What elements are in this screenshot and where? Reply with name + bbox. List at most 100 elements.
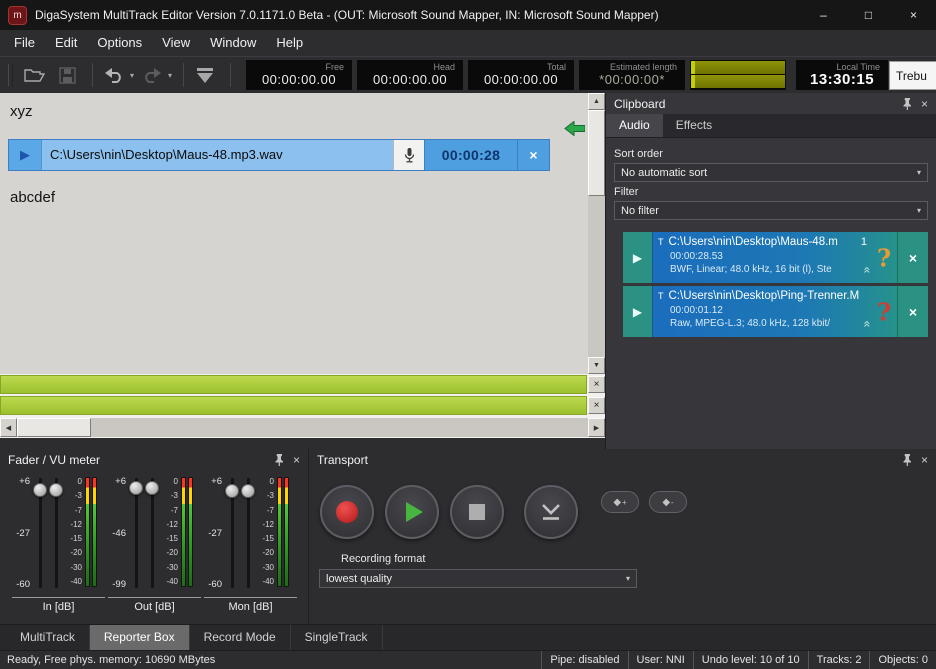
toolbar: ▾ ▾ Free 00:00:00.00 Head 00:00:00.00 To… [0, 56, 936, 93]
vu-meter-bar [284, 477, 289, 587]
slider-knob[interactable] [241, 484, 255, 498]
panel-close-button[interactable]: × [921, 98, 928, 110]
lane-bar[interactable] [0, 396, 587, 415]
slider-knob[interactable] [49, 483, 63, 497]
collapse-chevrons-icon[interactable]: « [862, 321, 874, 328]
play-button[interactable] [385, 485, 439, 539]
fader-mid-label: -46 [108, 528, 126, 539]
font-combo[interactable]: Trebu [889, 61, 936, 90]
redo-dropdown-caret-icon[interactable]: ▾ [168, 71, 172, 80]
skip-to-end-button[interactable] [524, 485, 578, 539]
lane-bar[interactable] [0, 375, 587, 394]
time-field-head: Head 00:00:00.00 [357, 60, 463, 90]
minimize-button[interactable]: – [801, 0, 846, 30]
add-marker-button[interactable]: ◆+ [601, 491, 639, 513]
editor-text-line: xyz [10, 103, 33, 120]
lane-close-button[interactable]: × [588, 376, 605, 393]
editor-horizontal-scrollbar[interactable]: ◀ ▶ [0, 418, 605, 437]
record-button[interactable] [320, 485, 374, 539]
scrollbar-thumb[interactable] [17, 418, 91, 437]
fader-slider[interactable] [48, 474, 64, 592]
scale-tick: -15 [160, 534, 178, 543]
undo-dropdown-caret-icon[interactable]: ▾ [130, 71, 134, 80]
audio-track-row[interactable]: ▶ C:\Users\nin\Desktop\Maus-48.mp3.wav 0… [8, 139, 550, 171]
fader-slider[interactable] [128, 474, 144, 592]
fader-slider[interactable] [224, 474, 240, 592]
menu-options[interactable]: Options [87, 30, 152, 56]
editor-area[interactable]: xyz ▶ C:\Users\nin\Desktop\Maus-48.mp3.w… [0, 93, 605, 374]
item-remove-button[interactable]: × [897, 286, 928, 337]
clipboard-item-list: ▶ T C:\Users\nin\Desktop\Maus-48.m 1 00:… [614, 232, 928, 337]
clipboard-item[interactable]: ▶ T C:\Users\nin\Desktop\Maus-48.m 1 00:… [623, 232, 928, 283]
scroll-up-button[interactable]: ▲ [588, 93, 605, 110]
diamond-plus-icon: ◆ [613, 497, 621, 508]
menu-edit[interactable]: Edit [45, 30, 87, 56]
fader-vu-panel: Fader / VU meter × +6 -27 -60 0-3-7-12-1… [0, 449, 308, 624]
save-button[interactable] [53, 62, 81, 88]
track-record-button[interactable] [393, 140, 424, 170]
slider-knob[interactable] [145, 481, 159, 495]
time-field-free: Free 00:00:00.00 [246, 60, 352, 90]
tab-multitrack[interactable]: MultiTrack [6, 625, 90, 650]
item-body[interactable]: T C:\Users\nin\Desktop\Ping-Trenner.M 00… [652, 286, 897, 337]
sort-order-select[interactable]: No automatic sort ▾ [614, 163, 928, 182]
editor-vertical-scrollbar[interactable]: ▲ ▼ [588, 93, 605, 374]
pin-icon[interactable] [274, 453, 284, 466]
lane-close-button[interactable]: × [588, 397, 605, 414]
tab-singletrack[interactable]: SingleTrack [291, 625, 383, 650]
track-filename[interactable]: C:\Users\nin\Desktop\Maus-48.mp3.wav [41, 140, 393, 170]
slider-knob[interactable] [225, 484, 239, 498]
local-time-field: Local Time 13:30:15 [796, 60, 888, 90]
scroll-right-button[interactable]: ▶ [588, 418, 605, 437]
slider-knob[interactable] [33, 483, 47, 497]
item-remove-button[interactable]: × [897, 232, 928, 283]
item-play-button[interactable]: ▶ [623, 232, 652, 283]
tab-reporter-box[interactable]: Reporter Box [90, 625, 190, 650]
app-logo-icon: m [8, 6, 27, 25]
item-body[interactable]: T C:\Users\nin\Desktop\Maus-48.m 1 00:00… [652, 232, 897, 283]
panel-close-button[interactable]: × [293, 454, 300, 466]
track-play-button[interactable]: ▶ [9, 140, 41, 170]
scroll-left-button[interactable]: ◀ [0, 418, 17, 437]
redo-button[interactable] [138, 62, 166, 88]
tab-effects[interactable]: Effects [663, 114, 725, 137]
slider-knob[interactable] [129, 481, 143, 495]
scale-tick: -3 [160, 491, 178, 500]
menu-window[interactable]: Window [200, 30, 266, 56]
fader-slider[interactable] [240, 474, 256, 592]
clipboard-item[interactable]: ▶ T C:\Users\nin\Desktop\Ping-Trenner.M … [623, 286, 928, 337]
item-play-button[interactable]: ▶ [623, 286, 652, 337]
menu-bar: File Edit Options View Window Help [0, 30, 936, 56]
stop-button[interactable] [450, 485, 504, 539]
track-close-button[interactable]: × [517, 140, 549, 170]
panel-close-button[interactable]: × [921, 454, 928, 466]
scrollbar-thumb[interactable] [588, 110, 605, 196]
pin-icon[interactable] [902, 97, 912, 110]
lane-row: × [0, 396, 605, 415]
collapse-chevrons-icon[interactable]: « [862, 267, 874, 274]
clipboard-tabs: Audio Effects [606, 114, 936, 138]
menu-file[interactable]: File [4, 30, 45, 56]
remove-marker-button[interactable]: ◆- [649, 491, 687, 513]
fader-group-out: +6 -46 -99 0-3-7-12-15-20-30-40 Out [dB] [108, 474, 201, 613]
filter-select[interactable]: No filter ▾ [614, 201, 928, 220]
scale-tick: -30 [64, 563, 82, 572]
menu-view[interactable]: View [152, 30, 200, 56]
undo-button[interactable] [100, 62, 128, 88]
scroll-down-button[interactable]: ▼ [588, 357, 605, 374]
pin-icon[interactable] [902, 453, 912, 466]
maximize-button[interactable]: □ [846, 0, 891, 30]
close-button[interactable]: × [891, 0, 936, 30]
insert-mode-button[interactable] [191, 62, 219, 88]
recording-format-select[interactable]: lowest quality ▾ [319, 569, 637, 588]
chevron-down-icon: ▾ [626, 574, 630, 583]
tab-audio[interactable]: Audio [606, 114, 663, 137]
open-file-button[interactable] [21, 62, 49, 88]
vu-meter [181, 474, 195, 592]
fader-slider[interactable] [32, 474, 48, 592]
fader-slider[interactable] [144, 474, 160, 592]
level-meter-bar [691, 75, 785, 88]
tab-record-mode[interactable]: Record Mode [190, 625, 291, 650]
chevron-down-icon: ▾ [917, 206, 921, 215]
menu-help[interactable]: Help [266, 30, 313, 56]
